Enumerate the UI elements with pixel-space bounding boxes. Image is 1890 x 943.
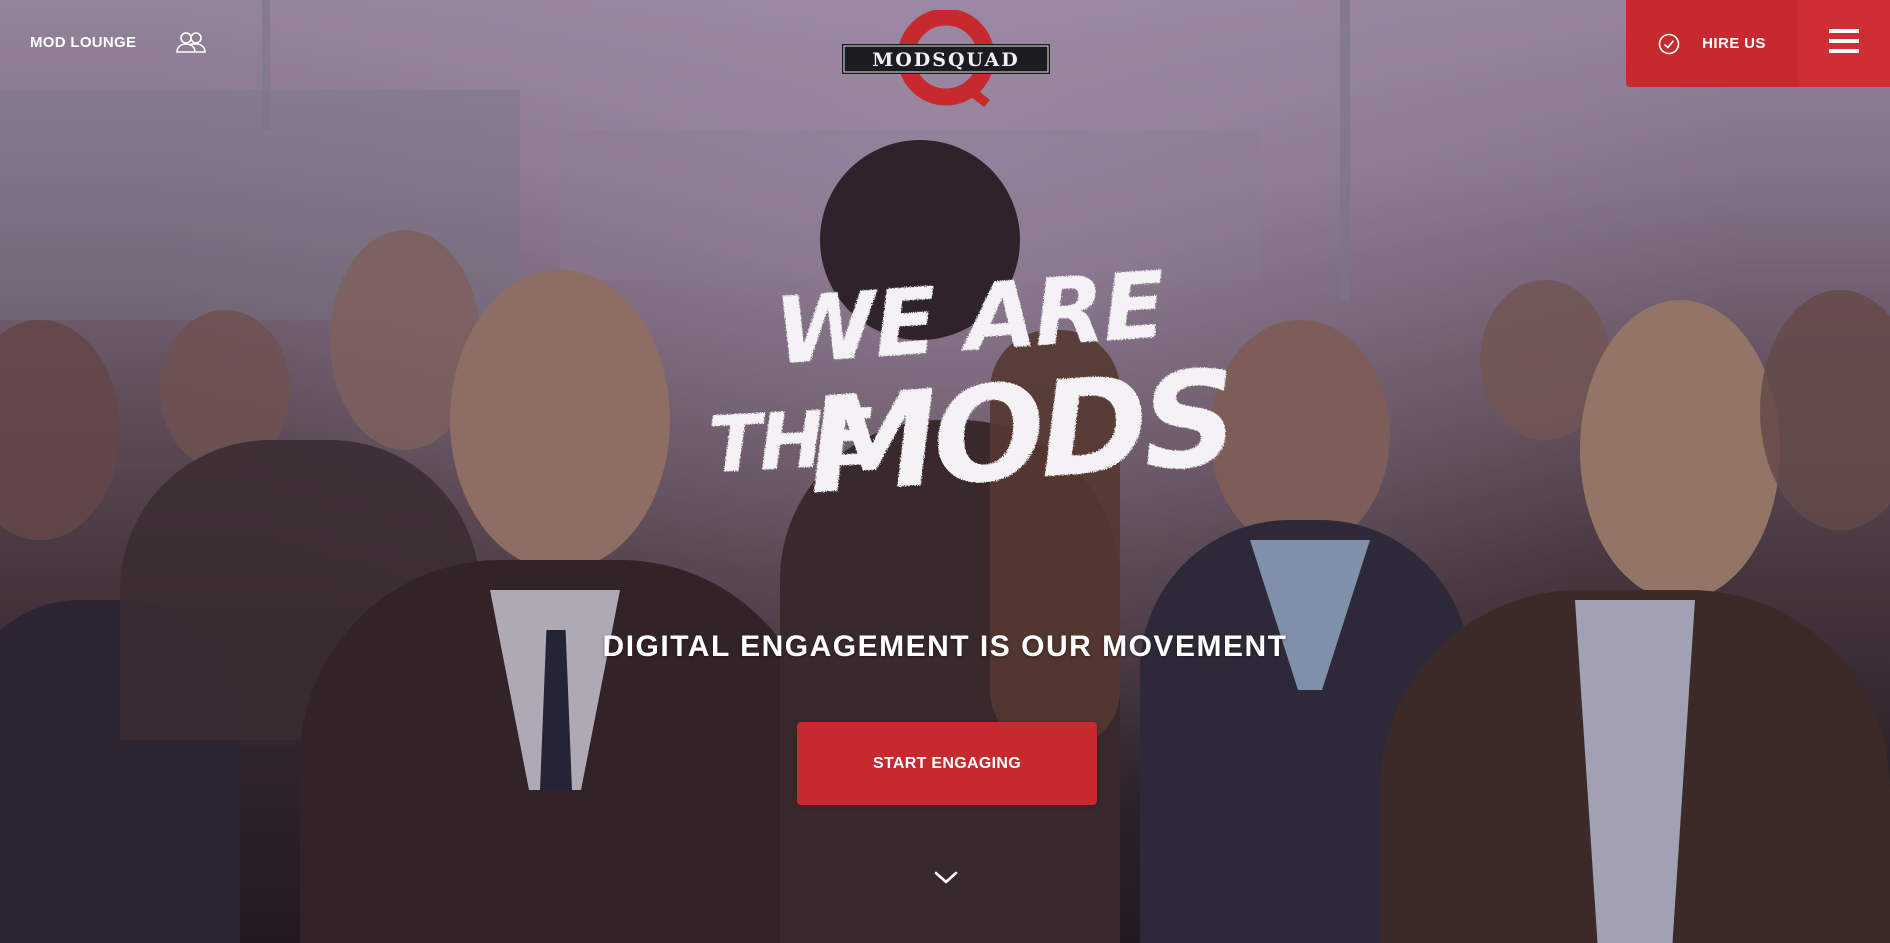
hire-us-label: HIRE US: [1702, 35, 1766, 52]
hamburger-menu-button[interactable]: [1798, 0, 1890, 87]
hire-us-button[interactable]: HIRE US: [1626, 0, 1798, 87]
hamburger-menu-icon: [1828, 27, 1860, 60]
start-engaging-button[interactable]: START ENGAGING: [797, 722, 1097, 805]
scroll-down-button[interactable]: [931, 866, 961, 890]
mod-lounge-label: MOD LOUNGE: [30, 33, 137, 51]
logo-text: MODSQUAD: [872, 49, 1020, 71]
checkmark-circle-icon: [1658, 33, 1680, 55]
modsquad-logo[interactable]: MODSQUAD: [842, 8, 1050, 110]
mod-lounge-link[interactable]: MOD LOUNGE: [30, 31, 207, 53]
hero-headline: WE ARE THE MODS: [670, 250, 1236, 550]
chevron-down-icon: [931, 871, 961, 894]
hero-tagline: DIGITAL ENGAGEMENT IS OUR MOVEMENT: [602, 630, 1288, 663]
headline-line-2b: MODS: [803, 341, 1230, 524]
hero-section: MOD LOUNGE MODSQUAD HIRE US WE ARE THE M…: [0, 0, 1890, 943]
header-actions: HIRE US: [1626, 0, 1890, 87]
people-icon: [176, 31, 207, 53]
